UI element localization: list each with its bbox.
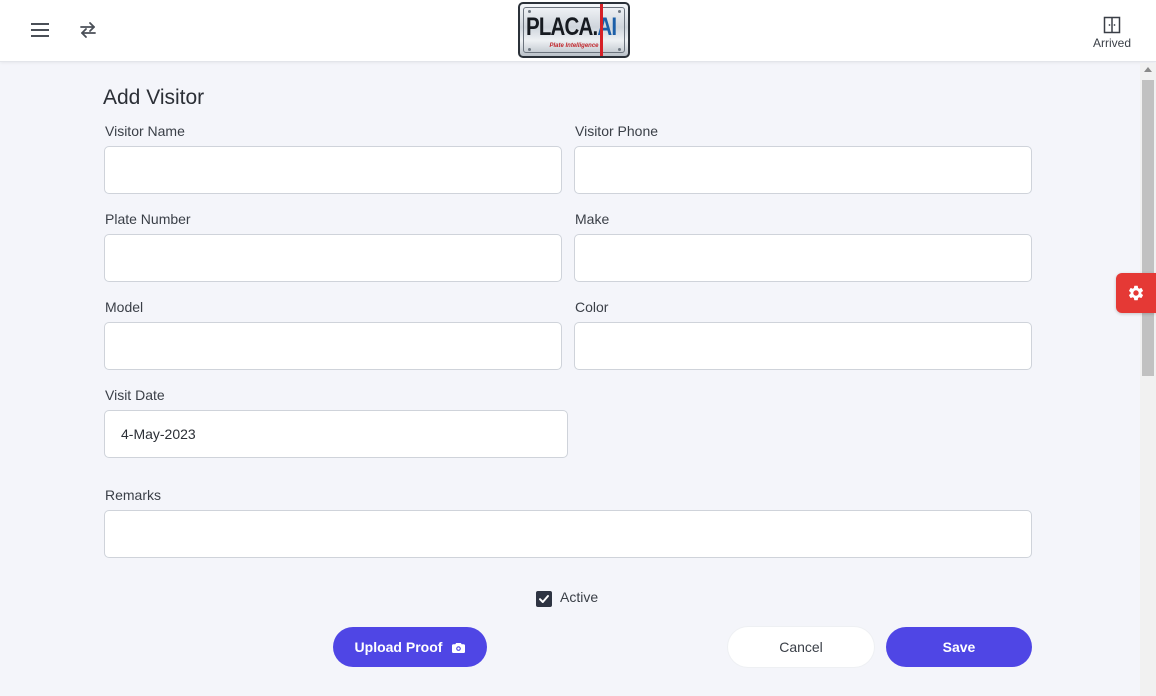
visitor-name-label: Visitor Name [105, 123, 185, 139]
visit-date-label: Visit Date [105, 387, 165, 403]
door-icon [1103, 16, 1121, 34]
arrived-button[interactable]: Arrived [1088, 16, 1136, 52]
plate-number-label: Plate Number [105, 211, 191, 227]
cancel-button[interactable]: Cancel [728, 627, 874, 667]
hamburger-menu-icon[interactable] [26, 16, 54, 44]
active-label: Active [560, 589, 599, 605]
logo-red-stripe [600, 4, 603, 56]
checkmark-icon [539, 595, 549, 603]
gear-icon [1128, 285, 1144, 301]
remarks-label: Remarks [105, 487, 162, 503]
active-checkbox[interactable] [536, 591, 552, 607]
visitor-phone-label: Visitor Phone [575, 123, 659, 139]
top-bar: PLACA.AI Plate Intelligence Arrived [0, 0, 1156, 62]
logo-tagline: Plate Intelligence [549, 43, 599, 49]
remarks-input[interactable] [104, 510, 1032, 558]
camera-icon [452, 642, 466, 653]
logo-main-text: PLACA. [526, 13, 598, 41]
upload-proof-label: Upload Proof [354, 639, 443, 655]
upload-proof-button[interactable]: Upload Proof [333, 627, 487, 667]
model-input[interactable] [104, 322, 562, 370]
page-title: Add Visitor [103, 86, 205, 109]
color-label: Color [575, 299, 609, 315]
swap-arrows-icon[interactable] [74, 16, 102, 44]
visitor-name-input[interactable] [104, 146, 562, 194]
settings-button[interactable] [1116, 273, 1156, 313]
scrollbar-thumb[interactable] [1142, 80, 1154, 376]
scrollbar[interactable] [1140, 63, 1156, 696]
color-input[interactable] [574, 322, 1032, 370]
logo-rivet [618, 10, 621, 13]
make-label: Make [575, 211, 610, 227]
scroll-up-arrow-icon[interactable] [1144, 67, 1152, 72]
placa-ai-logo[interactable]: PLACA.AI Plate Intelligence [518, 2, 630, 58]
model-label: Model [105, 299, 144, 315]
arrived-label: Arrived [1092, 36, 1131, 50]
plate-number-input[interactable] [104, 234, 562, 282]
visitor-phone-input[interactable] [574, 146, 1032, 194]
visit-date-input[interactable] [104, 410, 568, 458]
make-input[interactable] [574, 234, 1032, 282]
save-button[interactable]: Save [886, 627, 1032, 667]
